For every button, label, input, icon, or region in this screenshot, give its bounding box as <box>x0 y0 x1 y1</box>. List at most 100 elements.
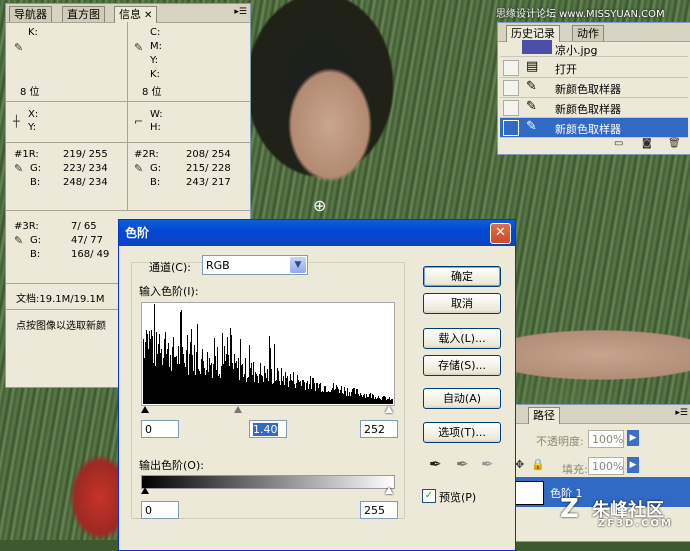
output-white-slider[interactable] <box>385 487 393 494</box>
sampler2-r-label: #2R: <box>134 149 159 160</box>
lock-move-icon[interactable]: ✥ <box>515 458 524 471</box>
dialog-title: 色阶 <box>119 220 515 246</box>
close-icon[interactable]: ✕ <box>144 10 152 21</box>
panel-menu-icon[interactable]: ▸☰ <box>675 408 688 418</box>
history-snapshot[interactable]: 凉小.jpg <box>500 40 688 57</box>
input-black-slider[interactable] <box>141 406 149 413</box>
white-eyedropper-icon[interactable]: ✒ <box>481 455 494 473</box>
tab-histogram[interactable]: 直方图 <box>62 6 105 22</box>
k-label: K: <box>28 27 38 38</box>
output-gradient <box>141 475 395 489</box>
input-white-field[interactable]: 252 <box>360 420 398 438</box>
divider <box>127 102 128 210</box>
history-source-checkbox[interactable] <box>503 80 519 96</box>
tab-paths[interactable]: 路径 <box>528 407 560 424</box>
opacity-field[interactable]: 100% <box>588 430 624 448</box>
eyedropper-icon: ✎ <box>134 41 144 54</box>
output-white-field[interactable]: 255 <box>360 501 398 519</box>
bits-left: 8 位 <box>20 87 40 98</box>
color-sampler-icon: ✎ <box>526 119 537 134</box>
close-button[interactable]: ✕ <box>490 223 511 244</box>
sampler2-b-value: 243/ 217 <box>186 177 231 188</box>
input-white-slider[interactable] <box>385 406 393 413</box>
panel-menu-icon[interactable]: ▸☰ <box>234 7 247 17</box>
y-coord-label: Y: <box>28 122 37 133</box>
w-label: W: <box>150 109 163 120</box>
save-button[interactable]: 存储(S)... <box>423 355 501 376</box>
lock-icon[interactable]: 🔒 <box>531 458 545 471</box>
history-item-selected[interactable]: ✎ 新颜色取样器 <box>500 118 688 138</box>
input-black-field[interactable]: 0 <box>141 420 179 438</box>
histogram-bars <box>143 304 393 404</box>
history-item[interactable]: ▤ 打开 <box>500 58 688 78</box>
input-gamma-slider[interactable] <box>234 406 242 413</box>
c-label: C: <box>150 27 161 38</box>
watermark-top: 思缘设计论坛 www.MISSYUAN.COM <box>496 9 665 20</box>
load-button[interactable]: 载入(L)... <box>423 328 501 349</box>
history-item-label: 新颜色取样器 <box>555 103 621 116</box>
history-source-checkbox[interactable] <box>503 60 519 76</box>
black-eyedropper-icon[interactable]: ✒ <box>429 455 442 473</box>
new-snapshot-icon[interactable]: ◙ <box>642 138 652 149</box>
watermark-url: ZF3D.COM <box>598 518 673 529</box>
sampler1-b-value: 248/ 234 <box>63 177 108 188</box>
layers-panel-tabs: 路径 ▸☰ <box>510 405 690 424</box>
divider <box>6 101 250 102</box>
sampler1-r-value: 219/ 255 <box>63 149 108 160</box>
history-item-label: 新颜色取样器 <box>555 123 621 136</box>
history-item[interactable]: ✎ 新颜色取样器 <box>500 98 688 118</box>
history-source-checkbox[interactable] <box>503 120 519 136</box>
sampler2-r-value: 208/ 254 <box>186 149 231 160</box>
histogram <box>141 302 395 406</box>
tab-actions[interactable]: 动作 <box>572 25 604 41</box>
channel-select-value: RGB <box>206 259 230 272</box>
sampler2-b-label: B: <box>150 177 161 188</box>
sampler1-r-label: #1R: <box>14 149 39 160</box>
marquee-size-icon: ⌐ <box>134 115 144 128</box>
sampler1-g-label: G: <box>30 163 42 174</box>
sampler1-g-value: 223/ 234 <box>63 163 108 174</box>
document-size: 文档:19.1M/19.1M <box>16 294 105 305</box>
input-levels-label: 输入色阶(I): <box>139 285 199 298</box>
options-button[interactable]: 选项(T)... <box>423 422 501 443</box>
crosshair-icon: ┼ <box>13 115 20 128</box>
sampler3-r-value: 7/ 65 <box>71 221 97 232</box>
preview-checkbox[interactable]: ✓ <box>422 489 436 503</box>
eyedropper-icon: ✎ <box>14 162 24 175</box>
bits-right: 8 位 <box>142 87 162 98</box>
color-sampler-icon: ✎ <box>526 79 537 94</box>
sampler2-g-value: 215/ 228 <box>186 163 231 174</box>
auto-button[interactable]: 自动(A) <box>423 388 501 409</box>
input-gamma-value: 1.40 <box>253 423 278 436</box>
opacity-label: 不透明度: <box>536 435 584 448</box>
chevron-down-icon[interactable]: ▼ <box>290 257 306 273</box>
x-label: X: <box>28 109 39 120</box>
fill-label: 填充: <box>562 463 588 476</box>
tab-info[interactable]: 信息 ✕ <box>114 6 158 23</box>
history-source-checkbox[interactable] <box>503 100 519 116</box>
new-document-from-state-icon[interactable]: ▭ <box>614 138 623 149</box>
levels-dialog: 色阶 ✕ 通道(C): RGB ▼ 输入色阶(I): 0 1.40 252 输出… <box>118 219 516 551</box>
tab-navigator[interactable]: 导航器 <box>9 6 52 22</box>
h-label: H: <box>150 122 161 133</box>
document-icon: ▤ <box>526 59 539 74</box>
color-sampler-marker[interactable]: ⊕ <box>313 196 326 215</box>
trash-icon[interactable]: 🗑 <box>668 138 681 149</box>
y-label: Y: <box>150 55 159 66</box>
channel-select[interactable]: RGB ▼ <box>202 255 308 275</box>
sampler3-r-label: #3R: <box>14 221 39 232</box>
sampler3-b-label: B: <box>30 249 41 260</box>
divider <box>6 142 250 143</box>
cancel-button[interactable]: 取消 <box>423 293 501 314</box>
gray-eyedropper-icon[interactable]: ✒ <box>456 455 469 473</box>
fill-arrow-icon[interactable]: ▶ <box>627 457 639 473</box>
fill-field[interactable]: 100% <box>588 457 624 475</box>
history-item[interactable]: ✎ 新颜色取样器 <box>500 78 688 98</box>
opacity-arrow-icon[interactable]: ▶ <box>627 430 639 446</box>
output-black-slider[interactable] <box>141 487 149 494</box>
channel-label: 通道(C): <box>149 261 191 274</box>
input-gamma-field[interactable]: 1.40 <box>249 420 287 438</box>
eyedropper-icon: ✎ <box>14 41 24 54</box>
ok-button[interactable]: 确定 <box>423 266 501 287</box>
output-black-field[interactable]: 0 <box>141 501 179 519</box>
